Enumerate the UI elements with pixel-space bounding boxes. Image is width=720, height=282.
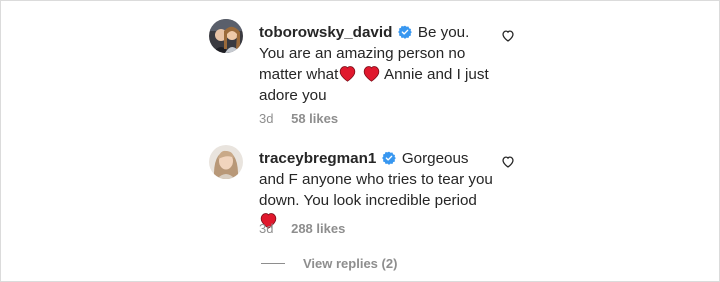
red-heart-icon	[363, 66, 379, 82]
comment-timestamp[interactable]: 3d	[259, 111, 273, 126]
verified-badge-icon	[397, 25, 412, 39]
comment-panel: toborowsky_david Be you. You are an amaz…	[0, 0, 720, 282]
comment-body: traceybregman1 Gorgeous and F anyone who…	[259, 148, 495, 232]
comment-meta: 3d 58 likes	[259, 111, 352, 126]
comment-body: toborowsky_david Be you. You are an amaz…	[259, 22, 495, 106]
replies-divider-line	[261, 263, 285, 264]
avatar[interactable]	[209, 145, 243, 179]
comment-username[interactable]: toborowsky_david	[259, 24, 392, 41]
comment-meta: 3d 288 likes	[259, 221, 359, 236]
red-heart-icon	[340, 66, 356, 82]
view-replies-label: View replies (2)	[303, 256, 398, 271]
view-replies-button[interactable]: View replies (2)	[261, 256, 397, 271]
comment-timestamp[interactable]: 3d	[259, 221, 273, 236]
comment-likes[interactable]: 288 likes	[291, 221, 345, 236]
comment-username[interactable]: traceybregman1	[259, 150, 376, 167]
avatar[interactable]	[209, 19, 243, 53]
comment-likes[interactable]: 58 likes	[291, 111, 338, 126]
heart-outline-icon[interactable]	[501, 155, 515, 169]
heart-outline-icon[interactable]	[501, 29, 515, 43]
verified-badge-icon	[381, 151, 396, 165]
